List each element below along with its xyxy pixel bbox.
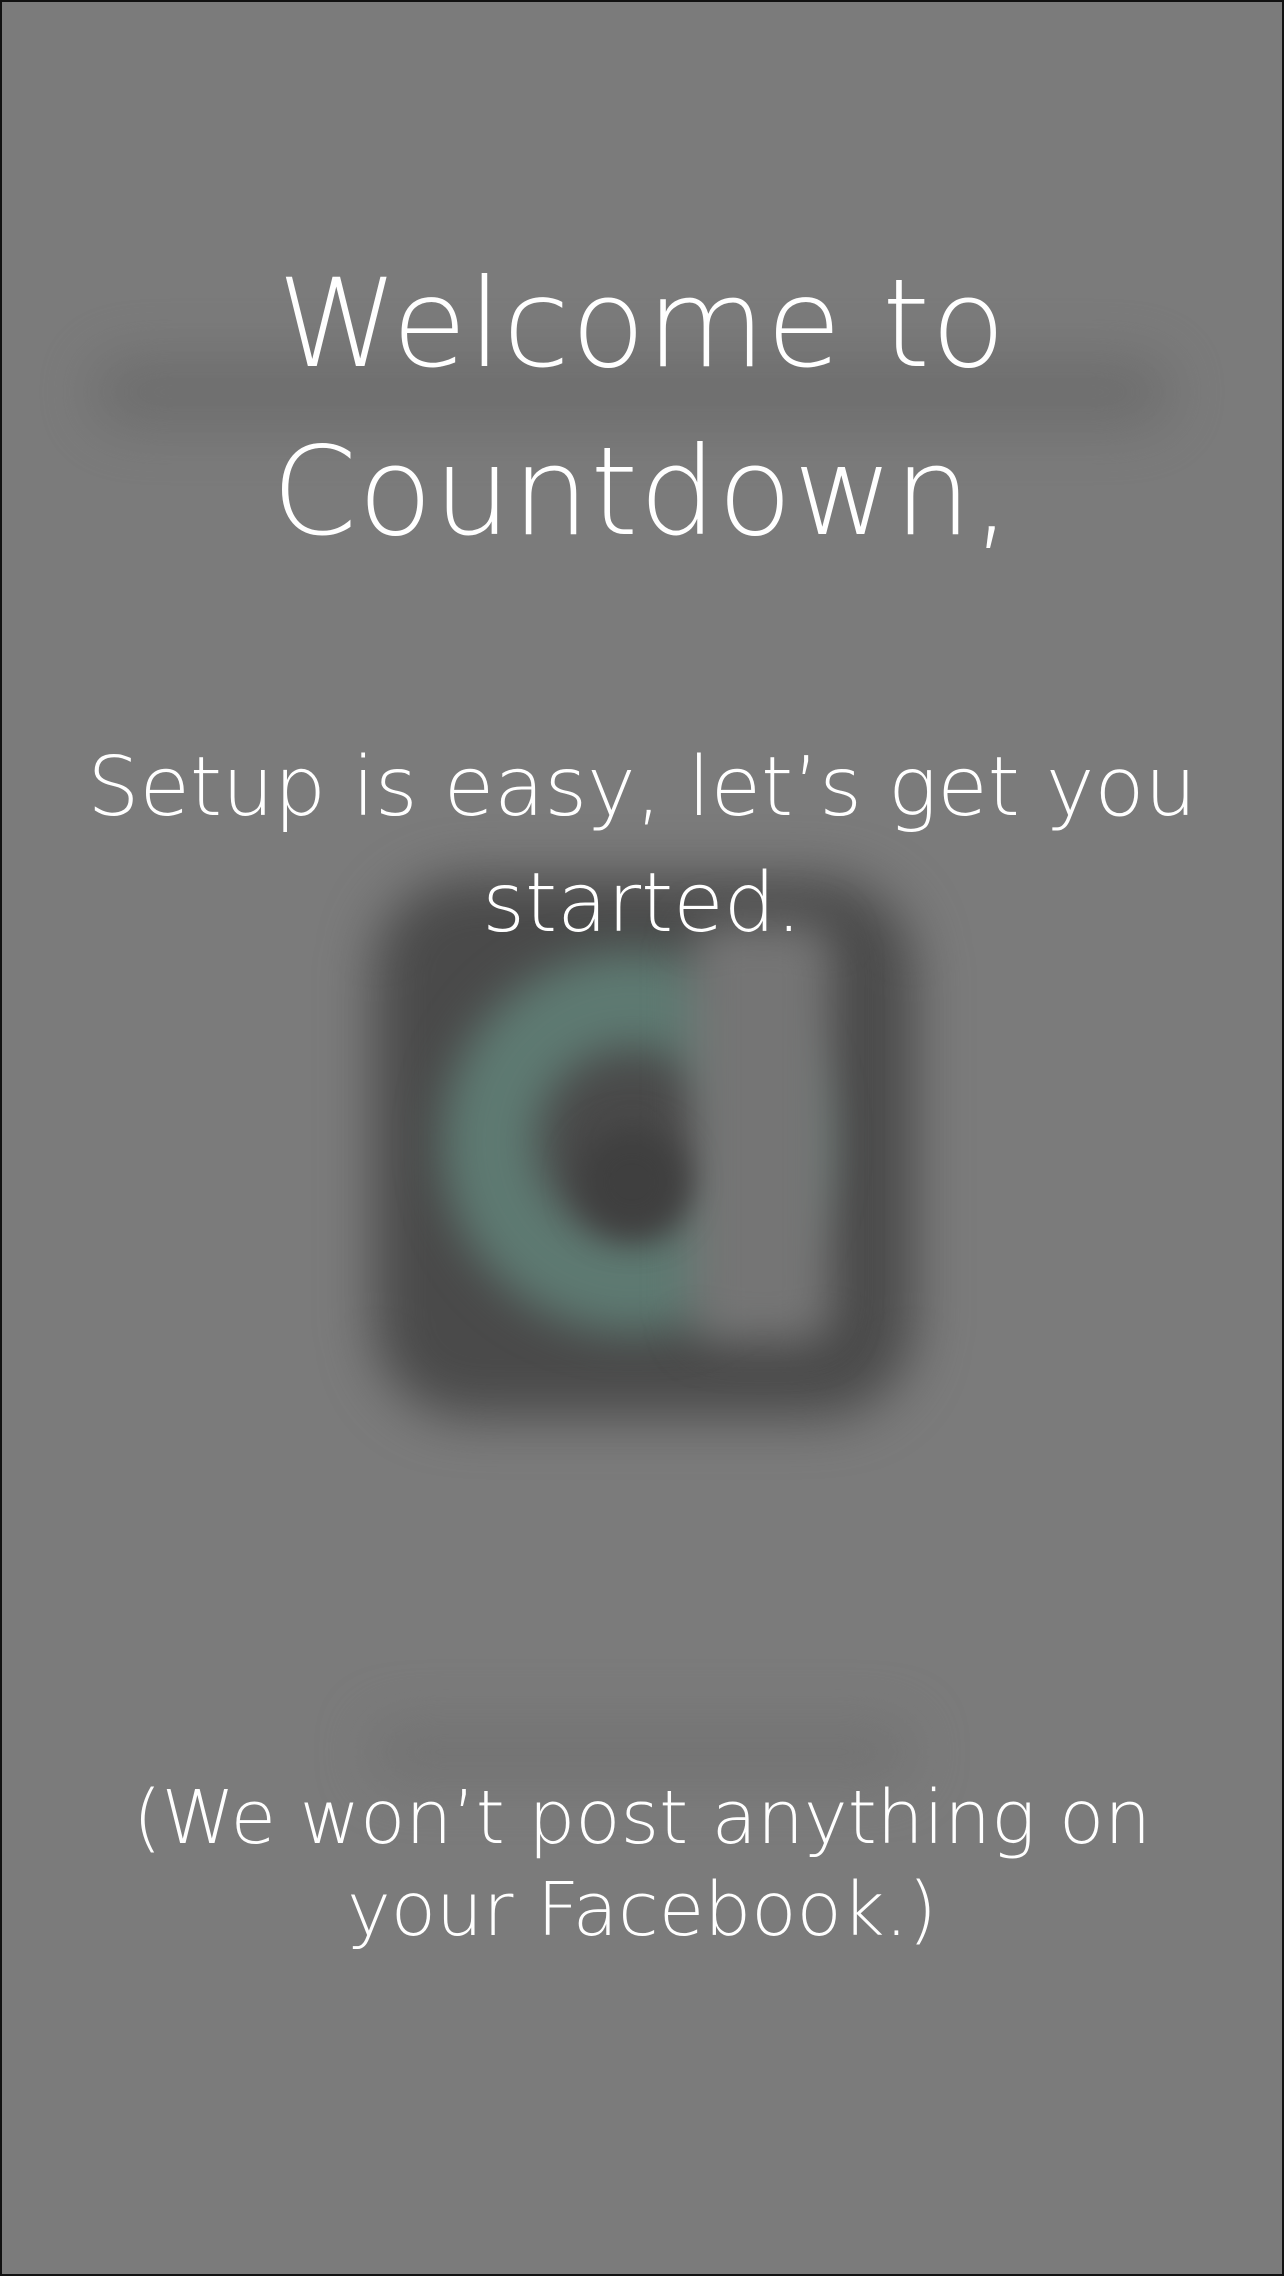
onboarding-overlay: Welcome to Countdown, Setup is easy, let… (0, 0, 1284, 2276)
setup-subtitle: Setup is easy, let’s get you started. (2, 730, 1282, 962)
setup-subtitle-line-1: Setup is easy, let’s get you (87, 740, 1197, 835)
welcome-title: Welcome to Countdown, (2, 240, 1282, 576)
facebook-privacy-note: (We won’t post anything on your Facebook… (2, 1772, 1282, 1956)
logo-ring-gap-shape (692, 922, 832, 1342)
logo-center-shape (577, 1127, 687, 1237)
welcome-title-line-2: Countdown, (271, 421, 1013, 563)
setup-subtitle-line-2: started. (482, 856, 802, 951)
facebook-privacy-note-line-1: (We won’t post anything on (132, 1775, 1152, 1861)
facebook-privacy-note-line-2: your Facebook.) (346, 1867, 937, 1953)
welcome-title-line-1: Welcome to (277, 253, 1007, 395)
